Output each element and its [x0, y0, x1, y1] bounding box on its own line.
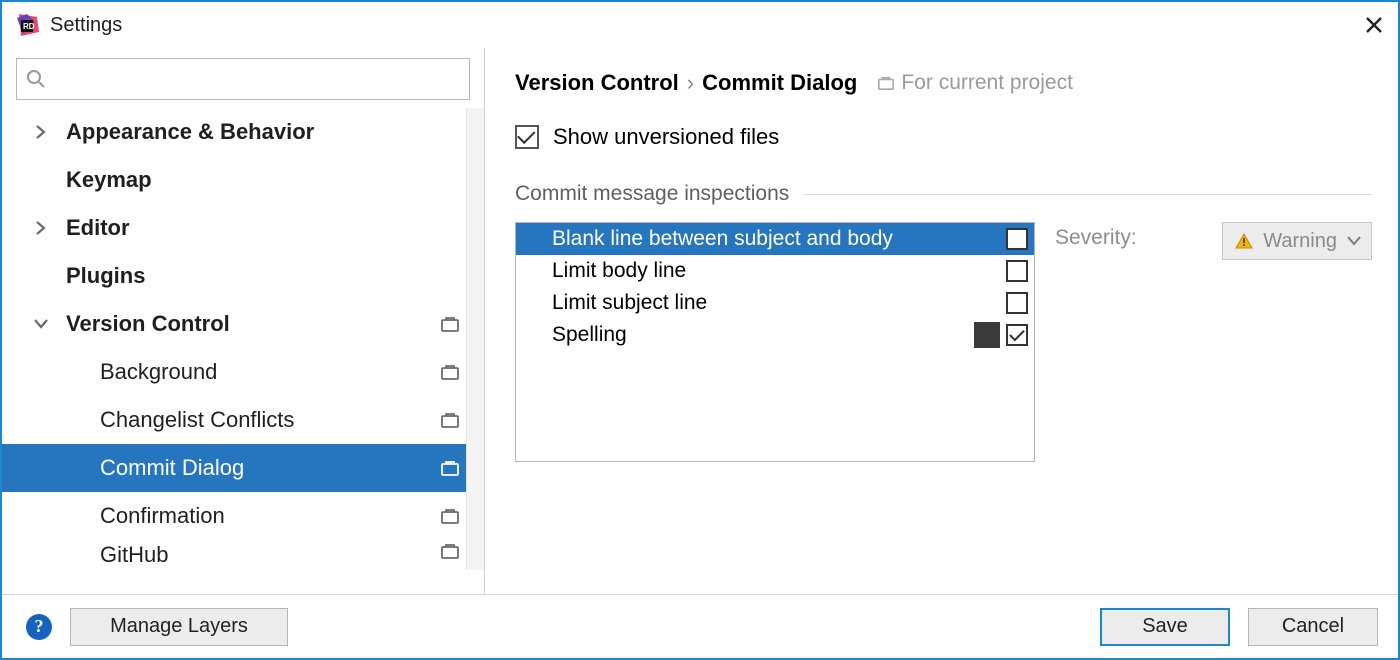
divider: [803, 194, 1372, 195]
sidebar-item-version-control[interactable]: Version Control: [2, 300, 484, 348]
settings-window: RD Settings Appearance & Behavior: [0, 0, 1400, 660]
sidebar-scrollbar[interactable]: [466, 108, 484, 570]
search-icon: [25, 68, 47, 90]
project-scope-icon: [440, 315, 460, 333]
show-unversioned-label: Show unversioned files: [553, 124, 779, 150]
inspection-checkbox[interactable]: [1006, 324, 1028, 346]
search-input[interactable]: [47, 69, 469, 90]
inspections-list[interactable]: Blank line between subject and body Limi…: [515, 222, 1035, 462]
sidebar: Appearance & Behavior Keymap Editor Plug…: [2, 48, 485, 594]
chevron-right-icon: [30, 125, 52, 139]
show-unversioned-checkbox[interactable]: [515, 125, 539, 149]
main-panel: Version Control › Commit Dialog For curr…: [485, 48, 1398, 594]
settings-tree: Appearance & Behavior Keymap Editor Plug…: [2, 108, 484, 594]
breadcrumb-separator: ›: [687, 70, 694, 96]
project-scope-icon: [440, 459, 460, 477]
search-field[interactable]: [16, 58, 470, 100]
chevron-right-icon: [30, 221, 52, 235]
close-icon[interactable]: [1360, 11, 1388, 39]
save-button[interactable]: Save: [1100, 608, 1230, 646]
inspection-checkbox[interactable]: [1006, 228, 1028, 250]
option-show-unversioned[interactable]: Show unversioned files: [515, 124, 1372, 150]
sidebar-item-plugins[interactable]: Plugins: [2, 252, 484, 300]
manage-layers-button[interactable]: Manage Layers: [70, 608, 288, 646]
app-logo-icon: RD: [14, 11, 42, 39]
sidebar-item-appearance[interactable]: Appearance & Behavior: [2, 108, 484, 156]
inspection-item-spelling[interactable]: Spelling: [516, 319, 1034, 351]
scope-badge: For current project: [877, 71, 1073, 95]
inspection-item-limit-subject[interactable]: Limit subject line: [516, 287, 1034, 319]
breadcrumb-category: Version Control: [515, 70, 679, 96]
sidebar-item-commit-dialog[interactable]: Commit Dialog: [2, 444, 484, 492]
chevron-down-icon: [1347, 236, 1361, 246]
inspection-item-limit-body[interactable]: Limit body line: [516, 255, 1034, 287]
inspection-checkbox[interactable]: [1006, 292, 1028, 314]
project-scope-icon: [440, 411, 460, 429]
project-scope-icon: [440, 542, 460, 560]
chevron-down-icon: [30, 318, 52, 330]
inspection-checkbox[interactable]: [1006, 260, 1028, 282]
sidebar-item-keymap[interactable]: Keymap: [2, 156, 484, 204]
sidebar-item-changelist-conflicts[interactable]: Changelist Conflicts: [2, 396, 484, 444]
breadcrumb: Version Control › Commit Dialog For curr…: [515, 70, 1372, 96]
dialog-body: Appearance & Behavior Keymap Editor Plug…: [2, 48, 1398, 594]
dialog-footer: ? Manage Layers Save Cancel: [2, 594, 1398, 658]
sidebar-item-confirmation[interactable]: Confirmation: [2, 492, 484, 540]
inspection-item-blank-line[interactable]: Blank line between subject and body: [516, 223, 1034, 255]
color-swatch: [974, 322, 1000, 348]
section-header: Commit message inspections: [515, 182, 1372, 206]
warning-icon: [1235, 233, 1253, 249]
sidebar-item-github[interactable]: GitHub: [2, 540, 484, 570]
window-title: Settings: [50, 14, 122, 37]
project-scope-icon: [440, 363, 460, 381]
cancel-button[interactable]: Cancel: [1248, 608, 1378, 646]
sidebar-item-editor[interactable]: Editor: [2, 204, 484, 252]
svg-text:RD: RD: [23, 22, 35, 31]
project-scope-icon: [440, 507, 460, 525]
sidebar-item-background[interactable]: Background: [2, 348, 484, 396]
help-button[interactable]: ?: [26, 614, 52, 640]
breadcrumb-page: Commit Dialog: [702, 70, 857, 96]
severity-dropdown[interactable]: Warning: [1222, 222, 1372, 260]
project-scope-icon: [877, 75, 895, 91]
severity-label: Severity:: [1055, 222, 1137, 250]
titlebar: RD Settings: [2, 2, 1398, 48]
